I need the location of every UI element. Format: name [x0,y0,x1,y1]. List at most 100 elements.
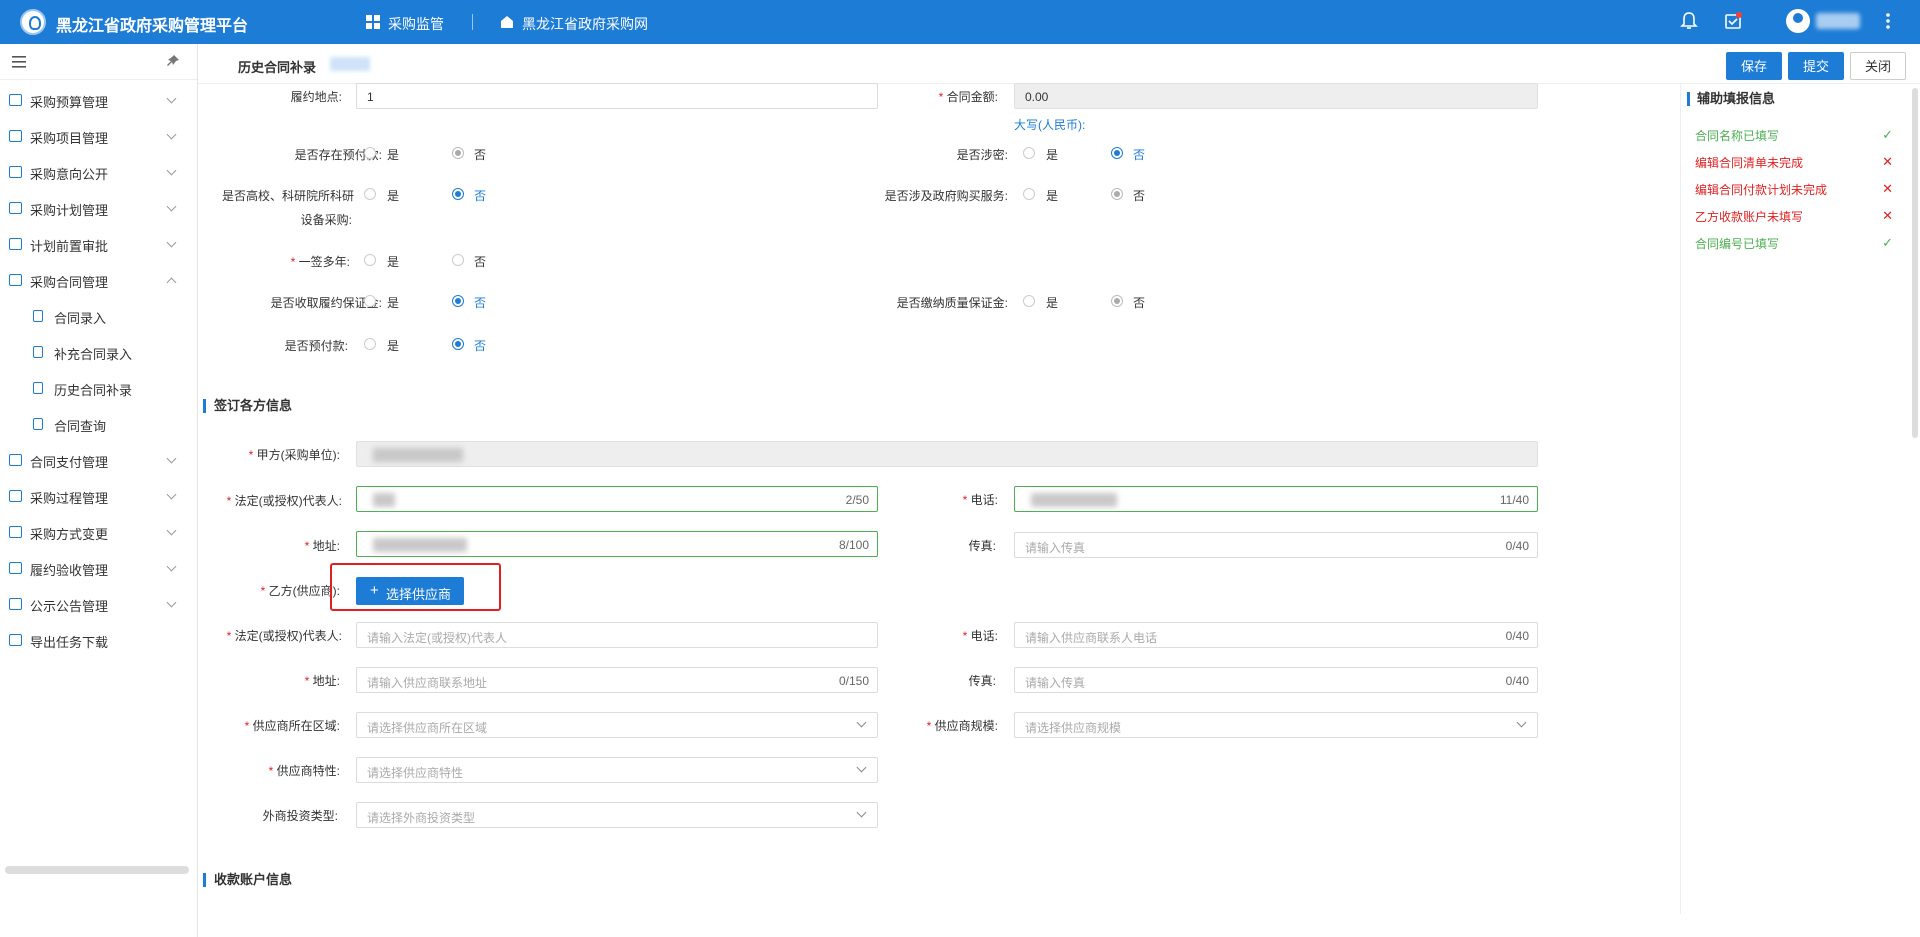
sidebar-item-method-change[interactable]: 采购方式变更 [0,514,198,550]
sidebar-item-history-entry[interactable]: 历史合同补录 [0,370,198,406]
task-check-icon[interactable] [1723,11,1743,31]
contract-entry-icon [33,310,43,322]
party-b-addr-input[interactable]: 请输入供应商联系地址 0/150 [356,667,878,693]
foreign-invest-placeholder: 请选择外商投资类型 [367,811,476,825]
supplier-region-label: * 供应商所在区域: [244,719,340,733]
multi-year-yes-radio[interactable] [364,254,376,266]
sidebar-item-project[interactable]: 采购项目管理 [0,118,198,154]
gov-service-label: 是否涉及政府购买服务: [884,189,1008,203]
aux-item[interactable]: 合同编号已填写 ✓ [1695,235,1899,252]
secret-label: 是否涉密: [956,148,1008,162]
secret-no-radio[interactable] [1111,147,1123,159]
party-b-fax-input[interactable]: 请输入传真 0/40 [1014,667,1538,693]
sidebar-item-plan[interactable]: 采购计划管理 [0,190,198,226]
sidebar-item-label: 公示公告管理 [30,599,109,614]
main-vertical-scrollbar[interactable] [1912,88,1918,438]
party-a-rep-label: * 法定(或授权)代表人: [226,494,342,508]
sidebar-item-contract[interactable]: 采购合同管理 [0,262,198,298]
aux-item[interactable]: 合同名称已填写 ✓ [1695,127,1899,144]
sidebar-item-process[interactable]: 采购过程管理 [0,478,198,514]
party-a-addr-input[interactable]: 8/100 [356,531,878,557]
univ-yes-text: 是 [387,189,400,203]
quality-deposit-yes-radio[interactable] [1023,295,1035,307]
prepay-no-radio[interactable] [452,338,464,350]
party-a-rep-redacted [373,493,395,507]
prepay-yes-radio[interactable] [364,338,376,350]
sidebar-item-budget[interactable]: 采购预算管理 [0,82,198,118]
sidebar-item-label: 合同录入 [54,311,107,326]
party-a-fax-label: 传真: [968,539,996,553]
sidebar-item-pre-approval[interactable]: 计划前置审批 [0,226,198,262]
perf-deposit-no-radio[interactable] [452,295,464,307]
place-label: 履约地点: [290,90,342,104]
party-a-unit-label: * 甲方(采购单位): [248,448,340,462]
sidebar-item-contract-entry[interactable]: 合同录入 [0,298,198,334]
party-a-addr-redacted [373,538,467,552]
party-b-addr-count: 0/150 [838,674,869,688]
sidebar-item-contract-query[interactable]: 合同查询 [0,406,198,442]
supplier-region-select[interactable]: 请选择供应商所在区域 [356,712,878,738]
party-a-rep-input[interactable]: 2/50 [356,486,878,512]
party-a-phone-count: 11/40 [1499,493,1529,507]
party-a-unit-input [356,441,1538,467]
sidebar-item-intent[interactable]: 采购意向公开 [0,154,198,190]
perf-deposit-yes-radio[interactable] [364,295,376,307]
sidebar-item-supplement-entry[interactable]: 补充合同录入 [0,334,198,370]
hamburger-icon[interactable] [12,56,26,68]
foreign-invest-select[interactable]: 请选择外商投资类型 [356,802,878,828]
payment-icon [9,454,22,466]
bell-icon[interactable] [1679,11,1699,31]
home-icon [501,16,513,28]
sidebar-item-export[interactable]: 导出任务下载 [0,622,198,658]
close-button[interactable]: 关闭 [1850,52,1907,80]
place-input[interactable]: 1 [356,83,878,109]
nav-link-supervision[interactable]: 采购监管 [388,14,444,34]
sidebar-item-acceptance[interactable]: 履约验收管理 [0,550,198,586]
aux-item[interactable]: 乙方收款账户未填写 ✕ [1695,208,1899,225]
amount-value: 0.00 [1025,90,1049,104]
pin-icon[interactable] [166,54,180,68]
aux-item-label: 编辑合同付款计划未完成 [1695,183,1828,197]
save-button[interactable]: 保存 [1726,52,1783,80]
party-a-fax-input[interactable]: 请输入传真 0/40 [1014,532,1538,558]
prepay-exist-no-text: 否 [474,148,487,162]
sidebar-item-label: 采购项目管理 [30,131,109,146]
prepay-exist-no-radio[interactable] [452,147,464,159]
sidebar-horizontal-scrollbar[interactable] [5,866,189,874]
sidebar-item-notice[interactable]: 公示公告管理 [0,586,198,622]
aux-item[interactable]: 编辑合同清单未完成 ✕ [1695,154,1899,171]
univ-no-radio[interactable] [452,188,464,200]
party-a-phone-input[interactable]: 11/40 [1014,486,1538,512]
nav-link-procurement-site[interactable]: 黑龙江省政府采购网 [522,14,648,34]
party-b-phone-input[interactable]: 请输入供应商联系人电话 0/40 [1014,622,1538,648]
gov-service-yes-radio[interactable] [1023,188,1035,200]
prepay-exist-yes-radio[interactable] [364,147,376,159]
secret-yes-text: 是 [1046,148,1059,162]
more-vertical-icon[interactable] [1878,11,1898,31]
cross-icon: ✕ [1882,208,1893,223]
supplier-scale-select[interactable]: 请选择供应商规模 [1014,712,1538,738]
aux-item[interactable]: 编辑合同付款计划未完成 ✕ [1695,181,1899,198]
party-b-rep-label: * 法定(或授权)代表人: [226,629,342,643]
quality-deposit-no-radio[interactable] [1111,295,1123,307]
budget-icon [9,94,22,106]
multi-year-no-radio[interactable] [452,254,464,266]
secret-yes-radio[interactable] [1023,147,1035,159]
sidebar-item-payment[interactable]: 合同支付管理 [0,442,198,478]
party-b-phone-placeholder: 请输入供应商联系人电话 [1025,631,1158,645]
chevron-down-icon [166,453,177,464]
gov-service-no-radio[interactable] [1111,188,1123,200]
supplier-trait-placeholder: 请选择供应商特性 [367,766,464,780]
sidebar-item-label: 采购计划管理 [30,203,109,218]
sidebar-item-label: 履约验收管理 [30,563,109,578]
univ-yes-radio[interactable] [364,188,376,200]
avatar[interactable] [1786,9,1810,33]
party-a-addr-count: 8/100 [838,538,869,552]
supplier-trait-select[interactable]: 请选择供应商特性 [356,757,878,783]
submit-button[interactable]: 提交 [1788,52,1845,80]
univ-label-line2: 设备采购: [300,213,352,227]
aux-item-label: 合同编号已填写 [1695,237,1780,251]
prepay-exist-yes-text: 是 [387,148,400,162]
supplier-scale-placeholder: 请选择供应商规模 [1025,721,1122,735]
party-b-rep-input[interactable]: 请输入法定(或授权)代表人 [356,622,878,648]
